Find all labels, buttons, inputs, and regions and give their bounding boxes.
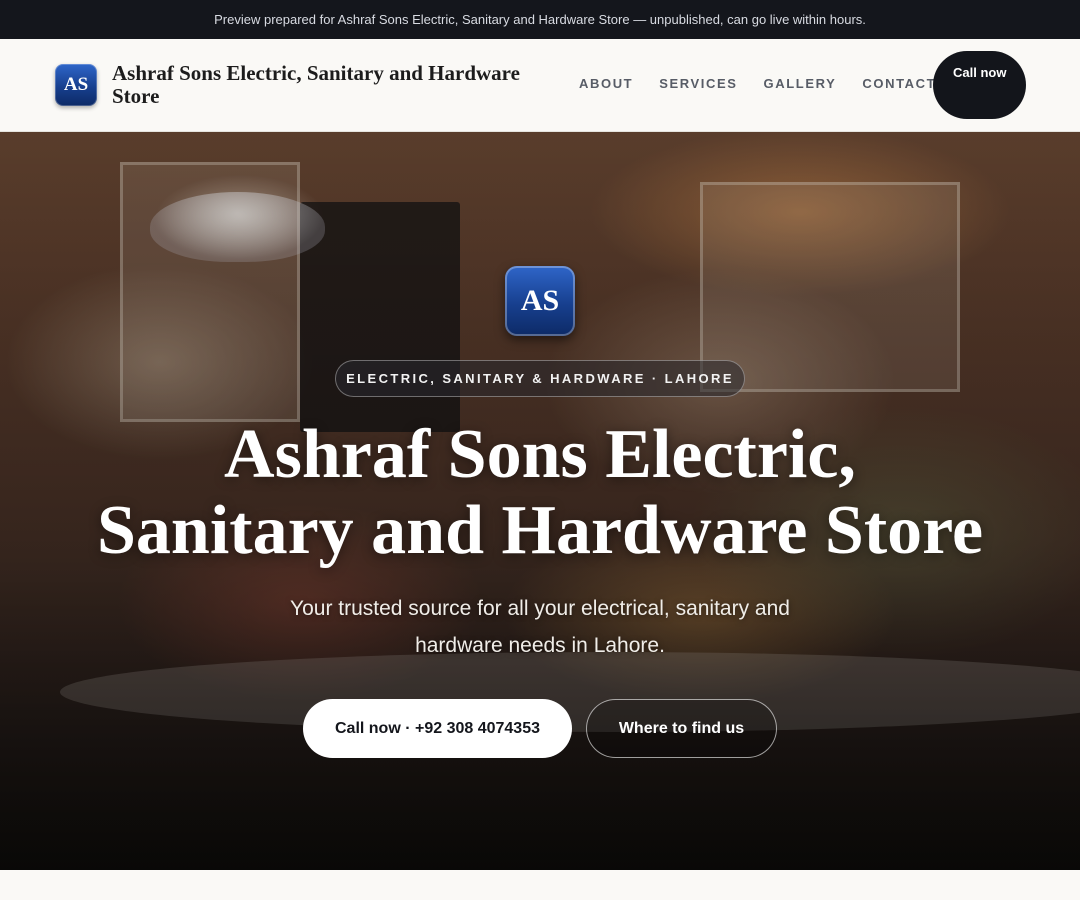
preview-banner-text: Preview prepared for Ashraf Sons Electri…	[214, 12, 866, 27]
brand-name[interactable]: Ashraf Sons Electric, Sanitary and Hardw…	[112, 62, 562, 108]
hero-tagline: ELECTRIC, SANITARY & HARDWARE · LAHORE	[335, 360, 745, 397]
header-call-button[interactable]: Call now	[933, 51, 1026, 119]
hero-subtitle: Your trusted source for all your electri…	[290, 597, 790, 657]
next-section-start	[0, 870, 1080, 900]
nav-services[interactable]: SERVICES	[659, 76, 737, 91]
main-nav: ABOUT SERVICES GALLERY CONTACT	[579, 76, 962, 91]
hero-logo: AS	[505, 266, 575, 336]
hero-location-button[interactable]: Where to find us	[586, 699, 777, 758]
hero-call-button[interactable]: Call now · +92 308 4074353	[303, 699, 572, 758]
site-header: AS Ashraf Sons Electric, Sanitary and Ha…	[0, 39, 1080, 132]
nav-gallery[interactable]: GALLERY	[764, 76, 837, 91]
hero-section: AS ELECTRIC, SANITARY & HARDWARE · LAHOR…	[0, 132, 1080, 870]
preview-banner: Preview prepared for Ashraf Sons Electri…	[0, 0, 1080, 39]
brand-logo[interactable]: AS	[55, 64, 97, 106]
nav-contact[interactable]: CONTACT	[862, 76, 936, 91]
hero-title: Ashraf Sons Electric, Sanitary and Hardw…	[96, 416, 984, 569]
nav-about[interactable]: ABOUT	[579, 76, 633, 91]
